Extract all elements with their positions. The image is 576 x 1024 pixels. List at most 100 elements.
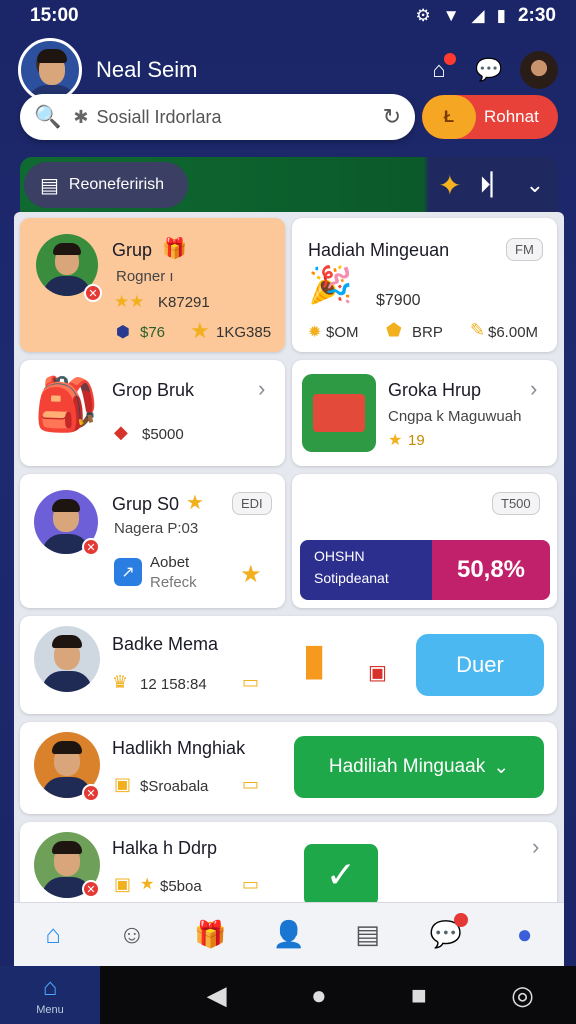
card-hadiah[interactable]: Hadiah Mingeuan FM 🎉 $7900 ✹ $OM ⬟ BRP ✎… (292, 218, 557, 352)
promo-label: Rohnat (484, 107, 539, 126)
system-home-label: Menu (36, 1004, 64, 1016)
hadlikh-action-button[interactable]: Hadiliah Minguaak ⌄ (294, 736, 544, 798)
groka-value: 19 (408, 432, 425, 449)
grop-bruk-price: $5000 (142, 426, 184, 443)
star-icon: ★ (240, 561, 262, 588)
chat-icon[interactable]: 💬 (416, 905, 476, 965)
badke-value: 12 158:84 (140, 676, 207, 693)
profile-icon[interactable]: 👤 (259, 905, 319, 965)
system-home-button[interactable]: ⌂ Menu (0, 966, 100, 1024)
user-name: Neal Seim (96, 57, 198, 82)
promo-badge: Ł (422, 95, 476, 139)
document-icon[interactable]: ▤ (338, 905, 398, 965)
bag-icon: ▭ (242, 672, 260, 692)
home-icon[interactable]: ⌂ (23, 905, 83, 965)
user-icon[interactable]: ☺ (102, 905, 162, 965)
app-icon: ↗ (114, 558, 142, 586)
grup-s0-app-sub: Refeck (150, 574, 197, 591)
store-icon (302, 374, 376, 452)
bag-icon: ▭ (242, 774, 260, 794)
card-hadlikh[interactable]: ✕ Hadlikh Mnghiak ▣ $Sroabala ▭ Hadiliah… (20, 722, 557, 814)
hadiah-stat2: BRP (412, 324, 443, 341)
status-time: 15:00 (30, 5, 79, 26)
sun-icon: ✹ (308, 324, 322, 341)
progress-percent: 50,8% (456, 556, 526, 583)
card-groka[interactable]: Groka Hrup › Cngpa k Maguwuah ★ 19 (292, 360, 557, 466)
backpack-icon: 🎒 (34, 376, 99, 434)
bag-icon: ▭ (242, 874, 260, 894)
halka-title: Halka h Ddrp (112, 838, 218, 858)
card-grop-bruk[interactable]: 🎒 Grop Bruk › ◆ $5000 (20, 360, 285, 466)
promo-button[interactable]: Ł Rohnat (422, 95, 558, 139)
hadlikh-title: Hadlikh Mnghiak (112, 738, 246, 758)
signal-icon: ◢ (471, 6, 485, 25)
bookmark-icon: ▮ (302, 635, 327, 684)
gift-icon[interactable]: 🎁 (180, 905, 240, 965)
grup-s0-app-name: Aobet (150, 554, 190, 571)
assistant-icon[interactable]: ◎ (511, 980, 534, 1011)
chevron-right-icon[interactable]: › (532, 834, 539, 860)
badke-title: Badke Mema (112, 634, 219, 654)
search-icon: 🔍 (34, 104, 62, 129)
banner-pill-label: Reoneferirish (68, 176, 165, 193)
back-icon[interactable]: ◀ (207, 980, 227, 1011)
grup-item1: $76 (140, 324, 166, 341)
halka-avatar-badge: ✕ (82, 880, 100, 898)
grup-s0-avatar-badge: ✕ (82, 538, 100, 556)
app-header: Neal Seim ⌂ 💬 (18, 38, 558, 102)
home-icon: ⌂ (42, 974, 58, 1001)
puzzle-icon[interactable]: ✦ (438, 169, 461, 202)
folder-icon: ▤ (40, 174, 59, 197)
hadlikh-button-label: Hadiliah Minguaak (328, 756, 486, 777)
status-time-right: 2:30 (517, 5, 556, 26)
home-circle-icon[interactable]: ● (311, 980, 327, 1011)
progress-line1: OHSHN (314, 548, 365, 564)
group-icon[interactable]: ● (495, 905, 555, 965)
checkmark-button[interactable]: ✓ (304, 844, 378, 906)
refresh-icon[interactable]: ↻ (383, 104, 401, 130)
hadiah-price: $7900 (376, 292, 421, 309)
play-next-icon[interactable]: ⏵▏ (480, 172, 508, 198)
card-grup[interactable]: ✕ Grup 🎁 Rogner ı ★★ K87291 ⬢ $76 ★ 1KG3… (20, 218, 285, 352)
gift-icon: 🎁 (162, 238, 187, 260)
pencil-icon: ✎ (470, 320, 486, 340)
bag-icon: ▣ (114, 874, 132, 894)
battery-icon: ▮ (496, 6, 506, 25)
search-input[interactable] (96, 106, 383, 128)
card-grup-s0[interactable]: ✕ Grup S0 ★ EDI Nagera P:03 ↗ Aobet Refe… (20, 474, 285, 608)
chat-icon[interactable]: 💬 (472, 53, 506, 87)
crown-icon: ♛ (112, 672, 129, 692)
chevron-right-icon[interactable]: › (530, 376, 537, 402)
sparkle-icon: ✱ (73, 106, 89, 127)
badke-action-button[interactable]: Duer (416, 634, 544, 696)
grup-s0-subtitle: Nagera P:03 (114, 520, 199, 537)
chevron-down-icon: ⌄ (493, 756, 510, 778)
star-icon: ★ (388, 432, 403, 449)
grup-avatar-badge: ✕ (84, 284, 102, 302)
hadlikh-value: $Sroabala (140, 778, 209, 795)
main-panel: ✕ Grup 🎁 Rogner ı ★★ K87291 ⬢ $76 ★ 1KG3… (14, 212, 564, 966)
progress-bar: OHSHN Sotipdeanat 50,8% (300, 540, 550, 600)
card-badke[interactable]: Badke Mema ♛ 12 158:84 ▭ ▮ ▣ Duer (20, 616, 557, 714)
hadiah-stat3: $6.00M (488, 324, 539, 341)
card-progress[interactable]: T500 OHSHN Sotipdeanat 50,8% (292, 474, 557, 608)
grup-subtitle: Rogner ı (116, 268, 174, 285)
star-icon: ★ (186, 492, 204, 514)
grup-s0-tag: EDI (232, 492, 272, 515)
chevron-down-icon[interactable]: ⌄ (526, 172, 544, 198)
groka-title: Groka Hrup (388, 380, 482, 400)
user-avatar[interactable] (18, 38, 82, 102)
card-halka[interactable]: ✕ Halka h Ddrp › ▣ ★ $5boa ▭ ✓ (20, 822, 557, 912)
grup-stars-value: K87291 (158, 294, 210, 311)
banner-pill[interactable]: ▤ Reoneferirish (24, 162, 188, 208)
chevron-right-icon[interactable]: › (258, 376, 265, 402)
wifi-icon: ▼ (442, 6, 460, 25)
hadlikh-avatar-badge: ✕ (82, 784, 100, 802)
recents-icon[interactable]: ■ (411, 980, 427, 1011)
star-icon: ★ (190, 318, 210, 343)
grup-item2: 1KG385 (216, 324, 272, 341)
search-bar[interactable]: 🔍 ✱ ↻ (20, 94, 415, 140)
category-banner: ▤ Reoneferirish ✦ ⏵▏ ⌄ (20, 157, 558, 213)
notifications-icon[interactable]: ⌂ (422, 53, 456, 87)
profile-avatar[interactable] (520, 51, 558, 89)
